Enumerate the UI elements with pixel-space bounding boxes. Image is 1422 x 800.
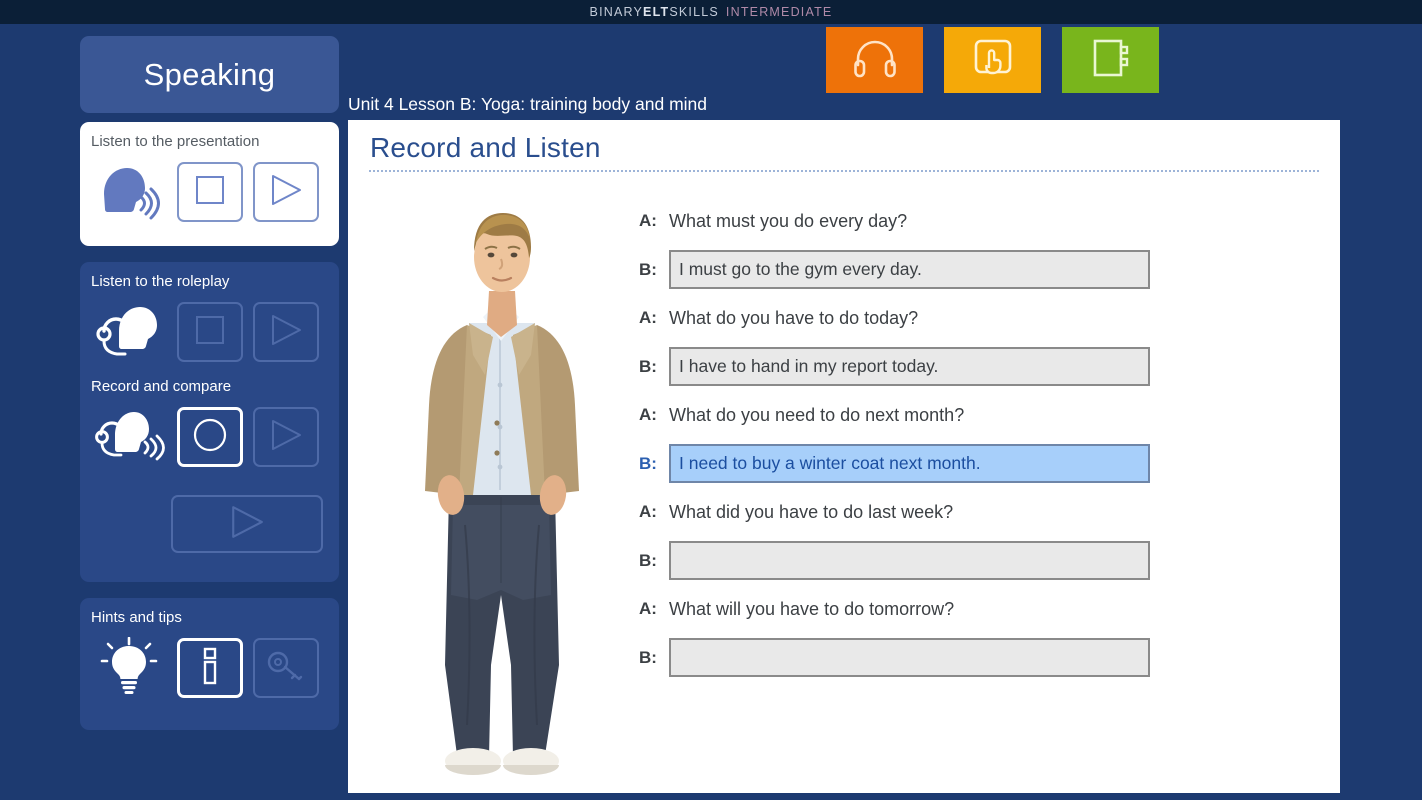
stop-icon — [194, 314, 226, 351]
interactive-button[interactable] — [944, 27, 1041, 93]
lesson-title: Unit 4 Lesson B: Yoga: training body and… — [348, 94, 707, 114]
question-text: What will you have to do tomorrow? — [669, 598, 955, 619]
dialogue-row: A: What do you have to do today? — [636, 299, 1316, 337]
section-label-speaking[interactable]: Speaking — [80, 36, 339, 113]
speaker-label: A: — [639, 405, 657, 424]
page-title: Record and Listen — [370, 132, 601, 163]
question-text: What did you have to do last week? — [669, 501, 954, 522]
panel-title: Listen to the presentation — [91, 133, 260, 150]
speaker-label: A: — [639, 211, 657, 230]
play-icon — [268, 173, 304, 212]
speaking-head-icon — [91, 156, 167, 228]
dialogue-row: B: I must go to the gym every day. — [636, 244, 1316, 295]
panel-listen-roleplay: Listen to the roleplay Record and compar… — [80, 262, 339, 582]
comparison-control — [80, 473, 339, 553]
info-icon — [198, 647, 222, 690]
answer-field[interactable] — [669, 638, 1150, 677]
brand-bar: BINARY ELT SKILLS INTERMEDIATE — [0, 0, 1422, 24]
subsection-title: Record and compare — [91, 378, 232, 395]
notebook-button[interactable] — [1062, 27, 1159, 93]
man-standing-photo — [373, 195, 631, 780]
headphones-icon — [851, 38, 899, 83]
brand-level: INTERMEDIATE — [725, 5, 833, 19]
stop-button[interactable] — [177, 162, 243, 222]
section-label-text: Speaking — [143, 56, 276, 92]
hints-controls — [80, 626, 339, 704]
answer-key-button[interactable] — [253, 638, 319, 698]
speaker-label: B: — [639, 259, 657, 279]
stop-icon — [194, 174, 226, 211]
brand-mid: SKILLS — [669, 5, 719, 19]
record-button[interactable] — [177, 407, 243, 467]
speaker-label: B: — [639, 453, 657, 473]
lightbulb-icon — [91, 632, 167, 704]
speaker-label: A: — [639, 308, 657, 327]
toolbar — [826, 27, 1159, 93]
record-icon — [192, 417, 228, 458]
panel-title: Hints and tips — [91, 609, 182, 626]
play-icon — [227, 504, 267, 545]
dialogue-row: A: What did you have to do last week? — [636, 493, 1316, 531]
application-window: BINARY ELT SKILLS INTERMEDIATE Speaking — [0, 0, 1422, 800]
notebook-icon — [1090, 37, 1132, 84]
dialogue-row: B: I have to hand in my report today. — [636, 341, 1316, 392]
main-content-panel: Record and Listen A: What must you do ev… — [348, 120, 1340, 793]
answer-field[interactable]: I must go to the gym every day. — [669, 250, 1150, 289]
hand-tap-icon — [970, 37, 1016, 84]
answer-field[interactable] — [669, 541, 1150, 580]
headset-head-icon — [91, 296, 167, 368]
presentation-controls — [80, 150, 339, 228]
dialogue-row: A: What do you need to do next month? — [636, 396, 1316, 434]
play-recording-button[interactable] — [253, 407, 319, 467]
dialogue-row: B: — [636, 632, 1316, 683]
key-icon — [266, 648, 306, 689]
stop-button[interactable] — [177, 302, 243, 362]
record-compare-controls — [80, 395, 339, 473]
brand-prefix: BINARY — [589, 5, 644, 19]
info-button[interactable] — [177, 638, 243, 698]
play-button[interactable] — [253, 302, 319, 362]
answer-field[interactable]: I have to hand in my report today. — [669, 347, 1150, 386]
question-text: What do you have to do today? — [669, 307, 919, 328]
question-text: What must you do every day? — [669, 210, 908, 231]
speaker-label: B: — [639, 356, 657, 376]
dialogue-list: A: What must you do every day? B: I must… — [636, 202, 1316, 687]
play-icon — [268, 418, 304, 457]
play-button[interactable] — [253, 162, 319, 222]
answer-field-selected[interactable]: I need to buy a winter coat next month. — [669, 444, 1150, 483]
dialogue-row-active: B: I need to buy a winter coat next mont… — [636, 438, 1316, 489]
brand-bold: ELT — [643, 5, 670, 19]
dialogue-row: B: — [636, 535, 1316, 586]
title-divider — [369, 170, 1319, 172]
speaker-label: B: — [639, 647, 657, 667]
dialogue-row: A: What must you do every day? — [636, 202, 1316, 240]
play-comparison-button[interactable] — [171, 495, 323, 553]
panel-title: Listen to the roleplay — [91, 273, 230, 290]
play-icon — [268, 313, 304, 352]
speaker-label: B: — [639, 550, 657, 570]
speaker-label: A: — [639, 502, 657, 521]
panel-hints-tips: Hints and tips — [80, 598, 339, 730]
speaker-label: A: — [639, 599, 657, 618]
dialogue-row: A: What will you have to do tomorrow? — [636, 590, 1316, 628]
question-text: What do you need to do next month? — [669, 404, 965, 425]
audio-button[interactable] — [826, 27, 923, 93]
panel-listen-presentation: Listen to the presentation — [80, 122, 339, 246]
roleplay-controls — [80, 290, 339, 368]
headset-mic-speaking-icon — [91, 401, 167, 473]
